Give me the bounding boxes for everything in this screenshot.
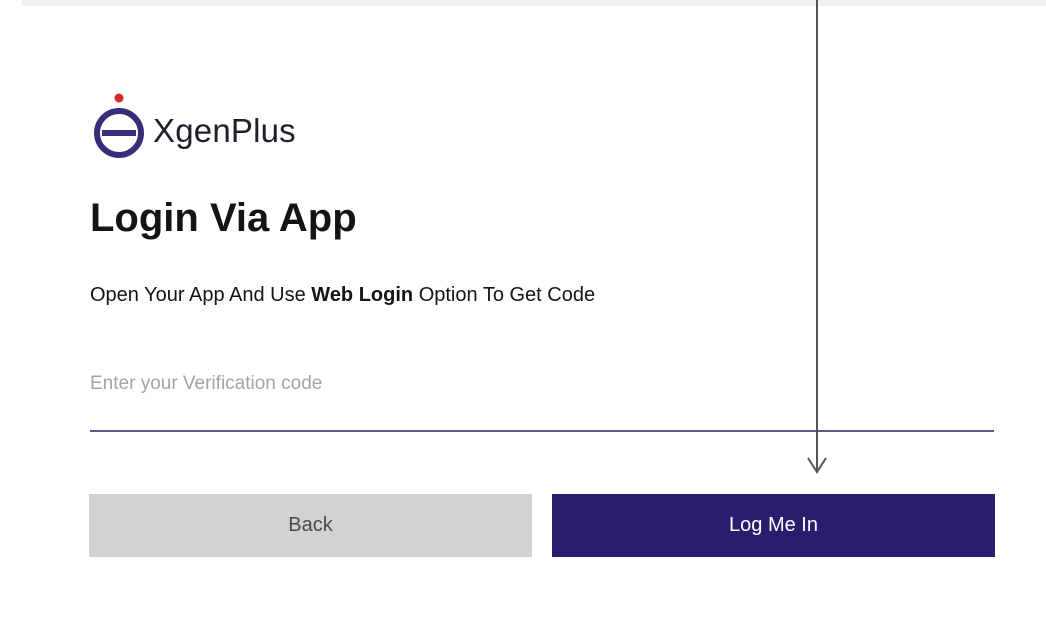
back-button[interactable]: Back — [89, 494, 532, 557]
instruction-emphasis: Web Login — [311, 284, 414, 306]
instruction-suffix: Option To Get Code — [413, 284, 596, 306]
verification-code-input[interactable] — [90, 360, 994, 432]
xgenplus-e-logo-icon — [94, 93, 144, 158]
log-me-in-button[interactable]: Log Me In — [552, 494, 995, 557]
login-instructions: Open Your App And Use Web Login Option T… — [90, 284, 595, 307]
brand-name: XgenPlus — [153, 112, 296, 149]
page-title: Login Via App — [90, 196, 357, 240]
instruction-prefix: Open Your App And Use — [90, 284, 312, 306]
brand-logo: XgenPlus — [89, 92, 296, 160]
down-arrow-icon — [807, 0, 827, 474]
login-page: XgenPlus Login Via App Open Your App And… — [0, 0, 1046, 626]
